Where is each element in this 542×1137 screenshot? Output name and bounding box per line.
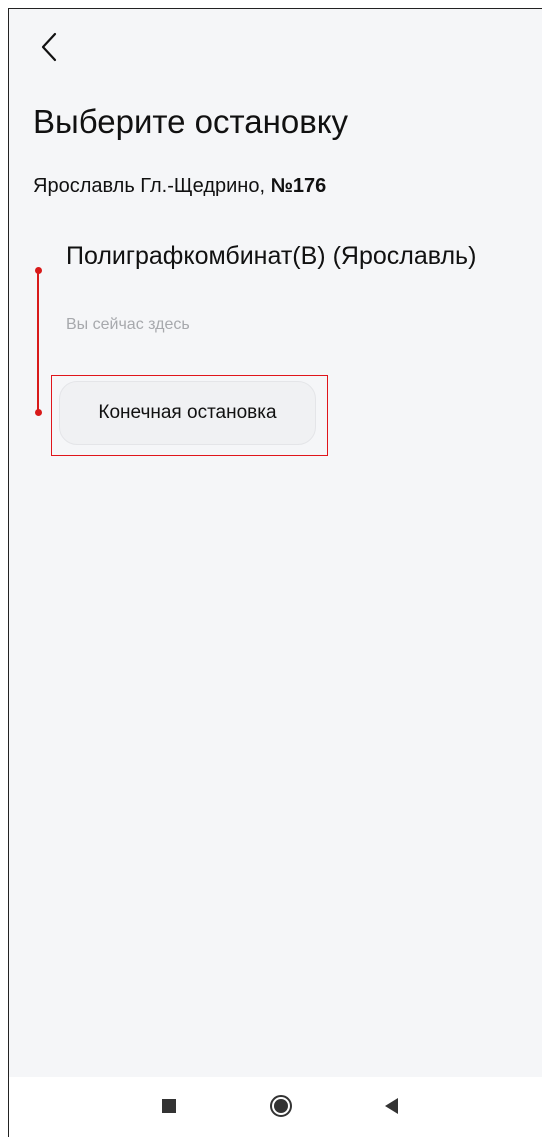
route-name: Ярославль Гл.-Щедрино, <box>33 175 271 197</box>
recents-button[interactable] <box>154 1091 184 1121</box>
route-info: Ярославль Гл.-Щедрино, №176 <box>33 175 326 198</box>
timeline-dot-final <box>35 409 42 416</box>
timeline-line <box>37 271 39 413</box>
home-button[interactable] <box>266 1091 296 1121</box>
current-stop-hint: Вы сейчас здесь <box>66 316 190 333</box>
back-button[interactable] <box>31 27 67 67</box>
final-stop-button[interactable]: Конечная остановка <box>59 381 316 445</box>
route-number: №176 <box>270 175 327 197</box>
current-stop-name[interactable]: Полиграфкомбинат(В) (Ярославль) <box>66 239 486 273</box>
final-stop-label: Конечная остановка <box>98 402 277 423</box>
route-timeline <box>35 267 42 416</box>
system-navigation-bar <box>9 1077 542 1137</box>
page-title: Выберите остановку <box>33 103 349 140</box>
chevron-left-icon <box>41 32 57 62</box>
triangle-left-icon <box>385 1098 398 1114</box>
system-back-button[interactable] <box>377 1091 407 1121</box>
timeline-dot-current <box>35 267 42 274</box>
app-screen: Выберите остановку Ярославль Гл.-Щедрино… <box>8 8 542 1137</box>
circle-icon <box>270 1095 292 1117</box>
square-icon <box>162 1099 176 1113</box>
